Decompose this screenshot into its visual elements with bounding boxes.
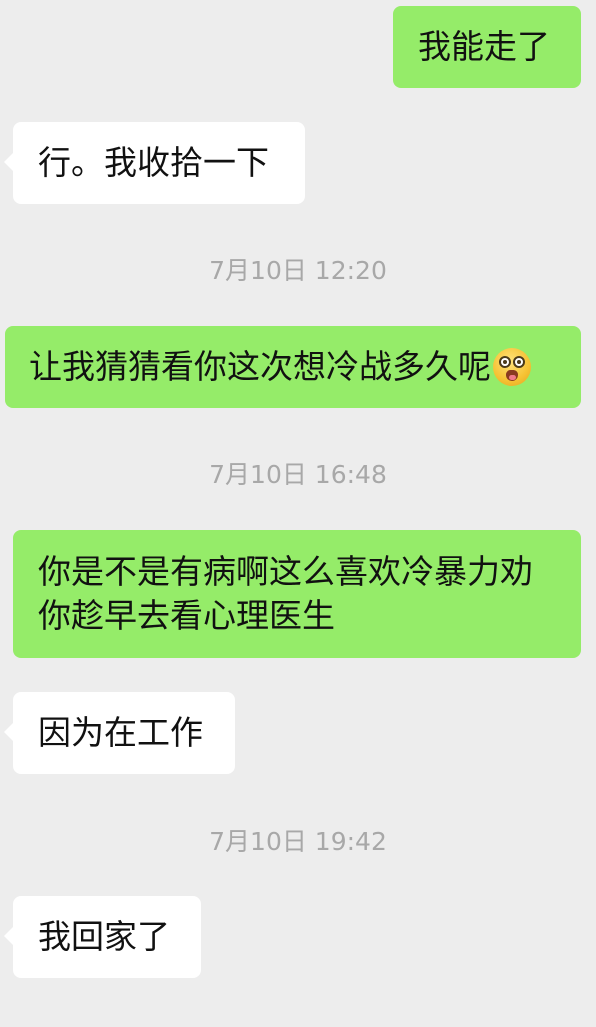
message-text-line: 你趁早去看心理医生 — [38, 596, 335, 635]
timestamp: 7月10日 16:48 — [209, 460, 387, 489]
message-bubble-received[interactable]: 行。我收拾一下 — [4, 122, 305, 204]
timestamp: 7月10日 12:20 — [209, 256, 387, 285]
message-bubble-sent[interactable]: 我能走了 — [393, 6, 581, 88]
timestamp: 7月10日 19:42 — [209, 827, 387, 856]
message-bubble-received[interactable]: 因为在工作 — [4, 692, 235, 774]
message-text-line: 你是不是有病啊这么喜欢冷暴力劝 — [38, 552, 533, 591]
message-bubble-received[interactable]: 我回家了 — [4, 896, 201, 978]
message-bubble-sent[interactable]: 你是不是有病啊这么喜欢冷暴力劝 你趁早去看心理医生 — [13, 530, 581, 658]
message-text: 我回家了 — [38, 917, 170, 956]
message-text: 行。我收拾一下 — [38, 143, 269, 182]
message-bubble-sent[interactable]: 让我猜猜看你这次想冷战多久呢 — [5, 326, 581, 408]
message-text: 因为在工作 — [38, 713, 203, 752]
message-text: 让我猜猜看你这次想冷战多久呢 — [29, 347, 491, 386]
message-text: 我能走了 — [418, 27, 550, 66]
astonished-tongue-emoji-icon — [493, 348, 531, 386]
